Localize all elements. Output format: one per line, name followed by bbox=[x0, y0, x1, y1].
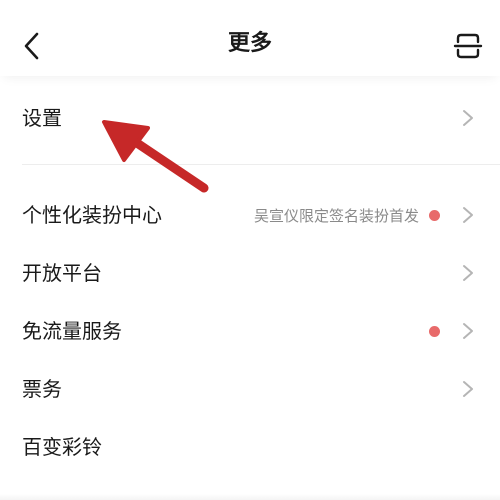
top-nav-bar: 更多 bbox=[0, 0, 500, 76]
free-data-service-row[interactable]: 免流量服务 bbox=[0, 302, 500, 360]
personalization-center-label: 个性化装扮中心 bbox=[22, 203, 162, 227]
chevron-right-icon bbox=[463, 265, 473, 281]
badge-container bbox=[429, 302, 440, 360]
promo-text: 吴宣仪限定签名装扮首发 bbox=[253, 206, 419, 225]
ringtone-label: 百变彩铃 bbox=[22, 435, 102, 459]
ringtone-row[interactable]: 百变彩铃 bbox=[0, 418, 500, 476]
ticketing-row[interactable]: 票务 bbox=[0, 360, 500, 418]
promo-container: 吴宣仪限定签名装扮首发 bbox=[254, 186, 440, 244]
more-page: 更多 设置 个性化装扮中心 吴宣仪限定签名装扮首发 开放平台 免流量服务 票务 … bbox=[0, 0, 500, 500]
settings-label: 设置 bbox=[22, 106, 62, 130]
red-dot-badge bbox=[429, 325, 440, 337]
page-title: 更多 bbox=[227, 31, 272, 56]
bottom-divider bbox=[0, 494, 500, 500]
ticketing-label: 票务 bbox=[22, 377, 62, 401]
open-platform-label: 开放平台 bbox=[22, 261, 102, 285]
chevron-right-icon bbox=[463, 323, 473, 339]
chevron-right-icon bbox=[463, 207, 473, 223]
chevron-right-icon bbox=[463, 381, 473, 397]
open-platform-row[interactable]: 开放平台 bbox=[0, 244, 500, 302]
red-dot-badge bbox=[429, 209, 440, 221]
scan-icon bbox=[453, 33, 483, 59]
section-divider bbox=[22, 164, 500, 165]
free-data-service-label: 免流量服务 bbox=[22, 319, 122, 343]
settings-row[interactable]: 设置 bbox=[0, 89, 500, 147]
scan-button[interactable] bbox=[448, 24, 488, 68]
chevron-right-icon bbox=[463, 110, 473, 126]
personalization-center-row[interactable]: 个性化装扮中心 吴宣仪限定签名装扮首发 bbox=[0, 186, 500, 244]
